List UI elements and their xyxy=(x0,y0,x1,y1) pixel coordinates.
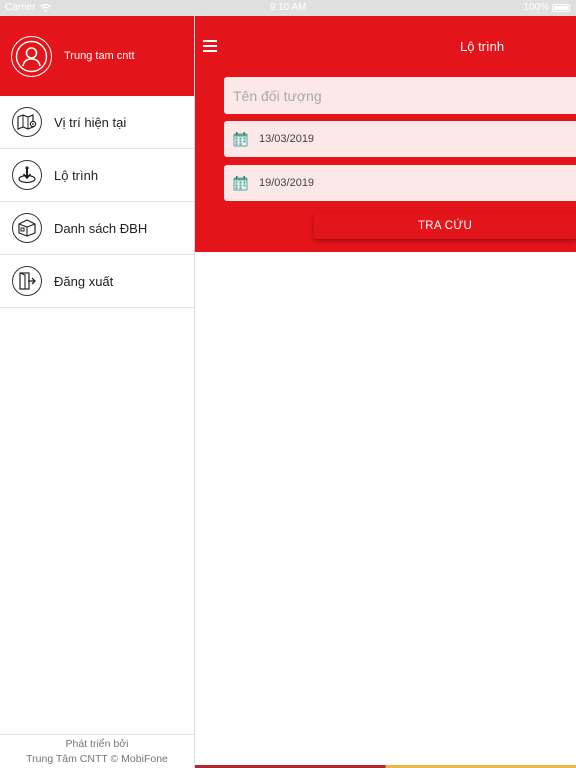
battery-info: 100% xyxy=(523,2,570,13)
sidebar-item-route[interactable]: Lộ trình xyxy=(0,149,194,202)
page-title: Lộ trình xyxy=(460,39,505,54)
sidebar-item-label: Vị trí hiện tại xyxy=(54,114,127,130)
route-icon xyxy=(12,160,42,190)
sidebar-footer: Phát triển bởi Trung Tâm CNTT © MobiFone xyxy=(0,734,194,768)
battery-percent: 100% xyxy=(523,2,549,13)
menu-icon[interactable] xyxy=(203,40,217,52)
map-pin-icon xyxy=(12,107,42,137)
store-list-icon xyxy=(12,213,42,243)
sidebar-header: Trung tam cntt xyxy=(0,16,194,96)
sidebar-item-label: Đăng xuất xyxy=(54,273,114,289)
date-from-field[interactable]: 13/03/2019 xyxy=(224,121,576,157)
object-name-input[interactable] xyxy=(224,87,576,104)
main-content: Lộ trình 13/03/2019 xyxy=(195,16,576,768)
status-bar: Carrier 9:10 AM 100% xyxy=(0,0,576,16)
user-icon xyxy=(15,40,48,72)
date-to-field[interactable]: 19/03/2019 xyxy=(224,165,576,201)
user-name: Trung tam cntt xyxy=(64,50,135,62)
date-from-value: 13/03/2019 xyxy=(259,133,315,145)
sidebar-item-label: Danh sách ĐBH xyxy=(54,220,148,236)
route-search-panel: Lộ trình 13/03/2019 xyxy=(195,16,576,252)
search-button[interactable]: TRA CỨU xyxy=(314,213,576,239)
footer-copyright: Trung Tâm CNTT © MobiFone xyxy=(26,753,168,765)
logout-icon xyxy=(12,266,42,296)
calendar-icon xyxy=(233,131,248,146)
date-to-value: 19/03/2019 xyxy=(259,177,315,189)
object-name-field xyxy=(224,77,576,114)
sidebar-item-current-location[interactable]: Vị trí hiện tại xyxy=(0,96,194,149)
calendar-icon xyxy=(233,175,248,190)
avatar[interactable] xyxy=(11,35,52,77)
sidebar: Trung tam cntt Vị trí hiện tại Lộ trình xyxy=(0,16,195,768)
sidebar-item-label: Lộ trình xyxy=(54,167,99,183)
sidebar-item-logout[interactable]: Đăng xuất xyxy=(0,255,194,308)
sidebar-item-store-list[interactable]: Danh sách ĐBH xyxy=(0,202,194,255)
footer-developed-by: Phát triển bởi xyxy=(65,738,129,750)
battery-icon xyxy=(552,3,570,12)
status-time: 9:10 AM xyxy=(269,2,307,13)
